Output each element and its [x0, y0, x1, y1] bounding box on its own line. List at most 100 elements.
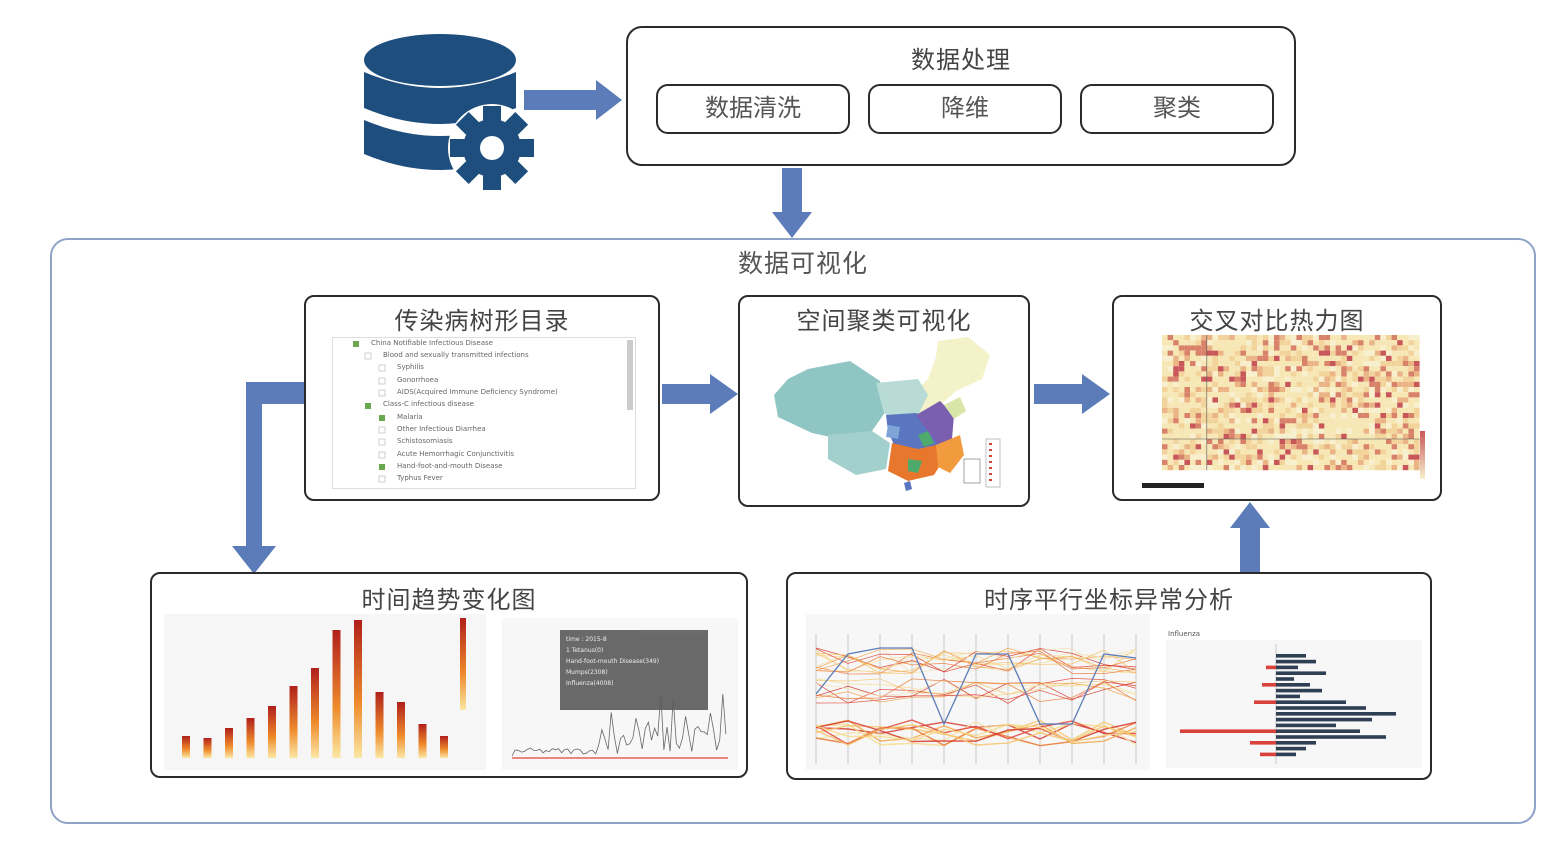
heat-cell	[1195, 361, 1202, 367]
heat-cell	[1397, 381, 1403, 387]
heat-cell	[1369, 444, 1375, 450]
heat-cell	[1279, 345, 1286, 351]
heat-cell	[1251, 361, 1258, 367]
heat-cell	[1341, 459, 1347, 465]
heat-cell	[1234, 428, 1241, 434]
heat-cell	[1257, 366, 1263, 372]
heat-cell	[1330, 402, 1336, 408]
heat-cell	[1397, 433, 1403, 439]
heat-cell	[1234, 335, 1241, 341]
heat-cell	[1162, 376, 1168, 382]
heat-cell	[1324, 454, 1330, 460]
heat-cell	[1290, 371, 1297, 377]
tree-item[interactable]: Blood and sexually transmitted infection…	[383, 351, 529, 359]
heat-cell	[1397, 335, 1403, 341]
heat-cell	[1201, 444, 1207, 450]
heat-cell	[1251, 465, 1258, 471]
heat-cell	[1313, 407, 1319, 413]
heat-cell	[1234, 350, 1241, 356]
heat-cell	[1374, 345, 1381, 351]
tree-item[interactable]: Malaria	[397, 413, 423, 421]
heat-cell	[1178, 423, 1185, 429]
hbar-mark	[1276, 712, 1396, 716]
heat-cell	[1307, 459, 1314, 465]
heat-cell	[1167, 397, 1174, 403]
heat-cell	[1402, 402, 1409, 408]
heat-cell	[1369, 381, 1375, 387]
heat-cell	[1335, 433, 1342, 439]
heat-cell	[1162, 439, 1168, 445]
heat-cell	[1307, 387, 1314, 393]
heat-cell	[1302, 392, 1308, 398]
heat-cell	[1386, 355, 1392, 361]
heat-cell	[1178, 439, 1185, 445]
tree-item[interactable]: Syphilis	[397, 363, 424, 371]
heat-cell	[1184, 345, 1190, 351]
heat-cell	[1268, 444, 1274, 450]
tree-item[interactable]: AIDS(Acquired Immune Deficiency Syndrome…	[397, 388, 558, 396]
tree-item[interactable]: Gonorrhoea	[397, 376, 438, 384]
heat-cell	[1397, 345, 1403, 351]
heat-cell	[1279, 439, 1286, 445]
heat-cell	[1178, 433, 1185, 439]
heat-cell	[1408, 454, 1414, 460]
heat-cell	[1268, 402, 1274, 408]
heat-cell	[1324, 418, 1330, 424]
heat-cell	[1397, 366, 1403, 372]
heat-cell	[1206, 444, 1213, 450]
heat-cell	[1274, 381, 1280, 387]
tooltip-line: Influenza(4008)	[566, 680, 614, 687]
heat-cell	[1346, 376, 1353, 382]
heat-cell	[1195, 340, 1202, 346]
heat-cell	[1251, 413, 1258, 419]
hbar-mark	[1262, 683, 1276, 687]
heat-cell	[1380, 413, 1386, 419]
heat-cell	[1178, 350, 1185, 356]
tree-item[interactable]: Hand-foot-and-mouth Disease	[397, 462, 502, 470]
tree-panel-title: 传染病树形目录	[394, 307, 570, 335]
heat-cell	[1313, 459, 1319, 465]
heat-cell	[1296, 355, 1302, 361]
heat-cell	[1335, 350, 1342, 356]
heat-cell	[1346, 449, 1353, 455]
heat-cell	[1330, 350, 1336, 356]
heat-cell	[1346, 459, 1353, 465]
heat-cell	[1190, 350, 1196, 356]
heat-cell	[1268, 454, 1274, 460]
heat-cell	[1173, 345, 1179, 351]
heat-cell	[1167, 465, 1174, 471]
tree-item[interactable]: Other Infectious Diarrhea	[397, 425, 486, 433]
tree-item[interactable]: Acute Hemorrhagic Conjunctivitis	[397, 450, 514, 458]
heat-cell	[1257, 376, 1263, 382]
heat-cell	[1234, 439, 1241, 445]
tree-item[interactable]: Schistosomiasis	[397, 437, 453, 445]
heat-cell	[1307, 376, 1314, 382]
heat-cell	[1218, 340, 1224, 346]
tree-list: China Notifiable Infectious Disease Bloo…	[332, 337, 636, 489]
heat-cell	[1352, 428, 1358, 434]
heat-cell	[1352, 361, 1358, 367]
heat-cell	[1173, 423, 1179, 429]
heat-cell	[1262, 345, 1269, 351]
heat-cell	[1290, 428, 1297, 434]
heat-cell	[1352, 387, 1358, 393]
tree-item[interactable]: Typhus Fever	[397, 474, 443, 482]
heat-cell	[1195, 350, 1202, 356]
heat-cell	[1324, 350, 1330, 356]
heat-cell	[1190, 371, 1196, 377]
heat-cell	[1346, 355, 1353, 361]
heat-cell	[1290, 381, 1297, 387]
heat-cell	[1318, 459, 1325, 465]
heat-cell	[1307, 428, 1314, 434]
heat-cell	[1302, 449, 1308, 455]
heat-cell	[1346, 454, 1353, 460]
heat-cell	[1240, 413, 1246, 419]
heat-cell	[1246, 428, 1252, 434]
heat-cell	[1257, 418, 1263, 424]
heat-cell	[1257, 454, 1263, 460]
heat-cell	[1162, 413, 1168, 419]
heat-cell	[1352, 366, 1358, 372]
heat-cell	[1285, 439, 1291, 445]
hbar-mark	[1276, 746, 1306, 751]
heat-cell	[1240, 418, 1246, 424]
